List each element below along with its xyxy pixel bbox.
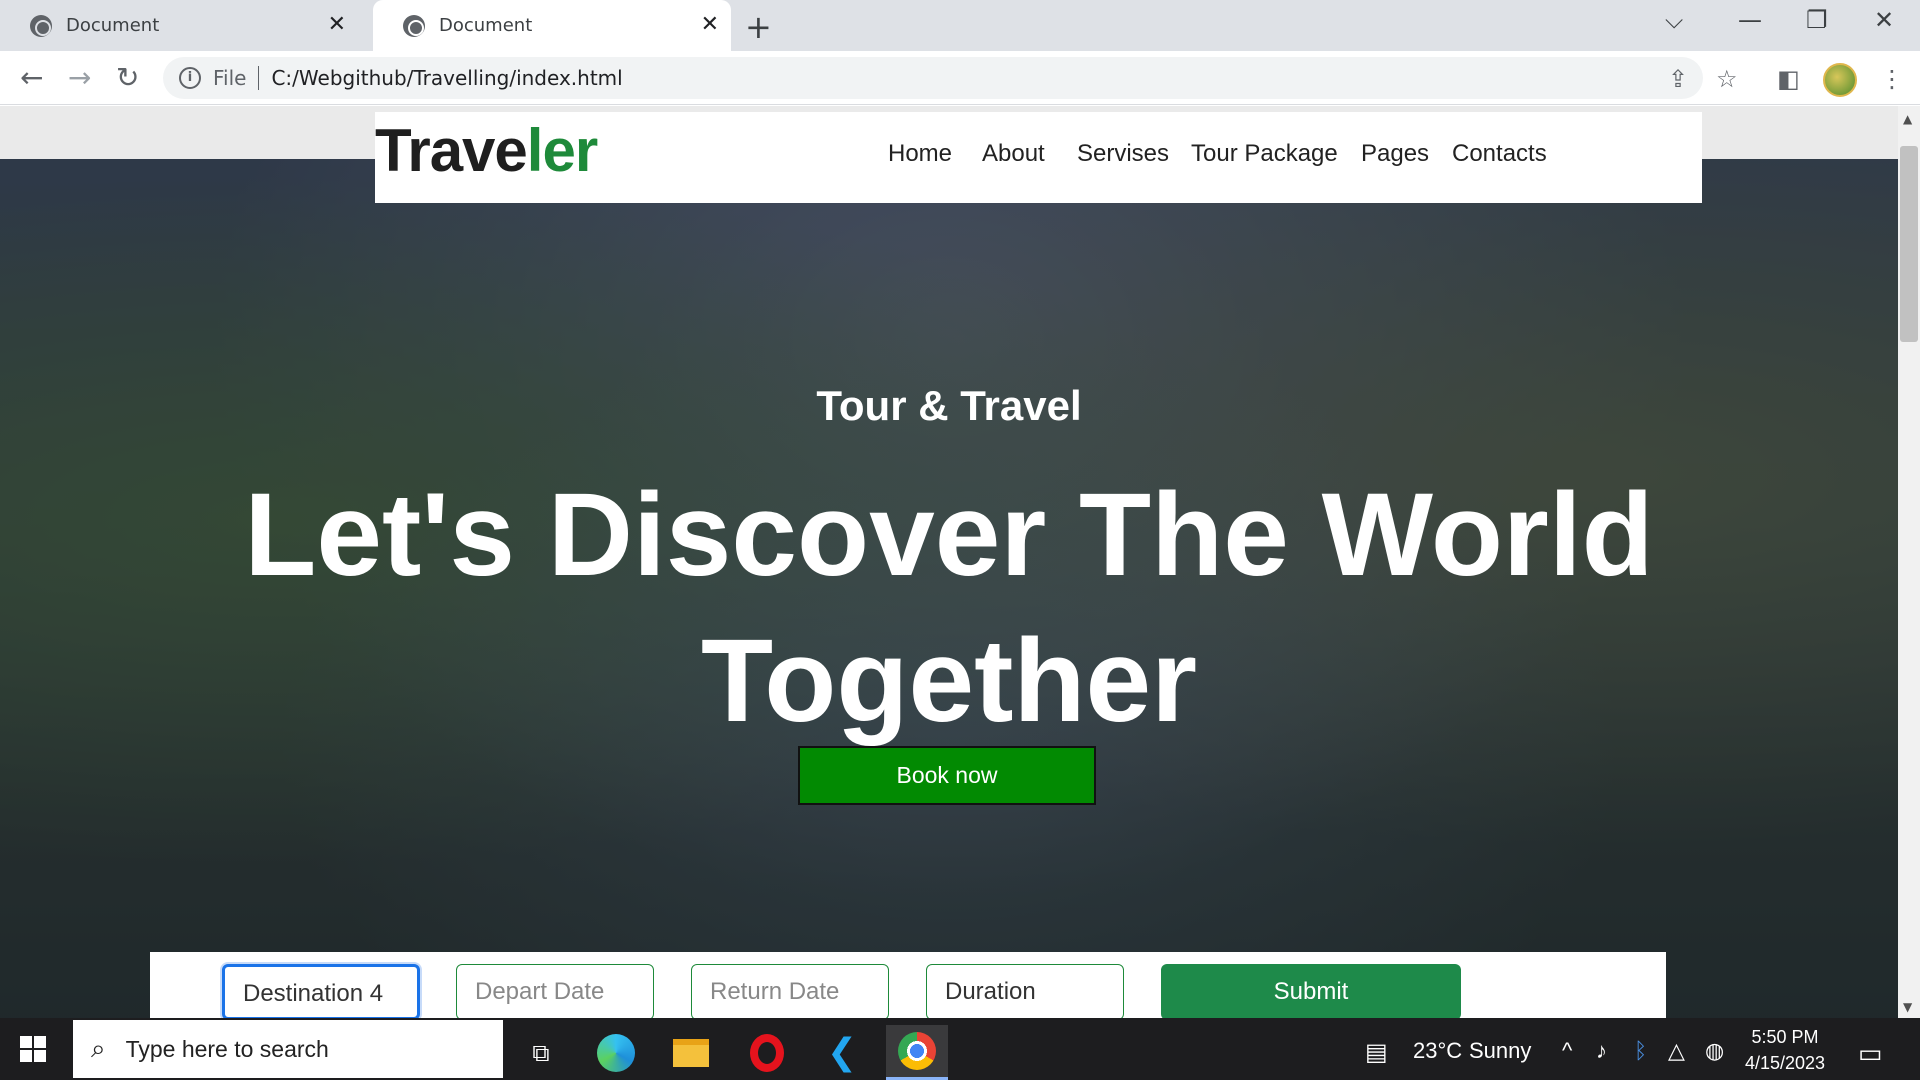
edge-icon[interactable]: [585, 1025, 647, 1080]
logo-accent: ler: [526, 117, 598, 184]
close-window-icon[interactable]: ✕: [1874, 6, 1894, 34]
nav-link-contacts[interactable]: Contacts: [1452, 140, 1547, 168]
scroll-down-arrow-icon[interactable]: ▼: [1903, 1000, 1912, 1014]
speaker-icon[interactable]: ♪: [1596, 1038, 1607, 1064]
opera-icon[interactable]: [736, 1025, 798, 1080]
browser-tab-strip: Document ✕ Document ✕ + ⌵ — ❐ ✕: [0, 0, 1920, 51]
bookmark-star-icon[interactable]: ☆: [1716, 65, 1738, 93]
nav-link-home[interactable]: Home: [888, 140, 952, 168]
search-icon: ⌕: [91, 1033, 106, 1063]
windows-taskbar: ⌕ Type here to search ⧉ ❮ ▤ 23°C Sunny ^…: [0, 1018, 1920, 1080]
globe-icon: [403, 14, 425, 37]
vscode-icon[interactable]: ❮: [811, 1025, 873, 1080]
duration-field[interactable]: Duration: [926, 964, 1124, 1018]
network-globe-icon[interactable]: ◍: [1705, 1038, 1724, 1064]
url-separator: [258, 66, 260, 90]
destination-field[interactable]: Destination 4: [222, 964, 420, 1018]
hero-headline-line-2: Together: [700, 615, 1198, 747]
weather-icon[interactable]: ▤: [1365, 1038, 1388, 1067]
site-navbar: Traveler Home About Servises Tour Packag…: [375, 112, 1702, 203]
site-info-icon[interactable]: i: [179, 67, 201, 89]
hero-subtitle: Tour & Travel: [816, 382, 1082, 429]
share-icon[interactable]: ⇪: [1668, 65, 1688, 93]
scrollbar-thumb[interactable]: [1900, 146, 1918, 342]
nav-link-services[interactable]: Servises: [1077, 140, 1169, 168]
globe-icon: [30, 14, 52, 37]
nav-link-pages[interactable]: Pages: [1361, 140, 1429, 168]
side-panel-icon[interactable]: ◧: [1777, 65, 1800, 93]
file-explorer-icon[interactable]: [660, 1025, 722, 1080]
taskbar-clock[interactable]: 5:50 PM 4/15/2023: [1740, 1024, 1830, 1076]
booking-form: Destination 4 Depart Date Return Date Du…: [150, 952, 1666, 1018]
nav-link-tour-package[interactable]: Tour Package: [1191, 140, 1338, 168]
new-tab-icon[interactable]: +: [745, 8, 772, 46]
reload-icon[interactable]: ↻: [116, 61, 139, 94]
tab-search-chevron-icon[interactable]: ⌵: [1665, 6, 1683, 34]
tab-title: Document: [439, 15, 533, 36]
depart-date-field[interactable]: Depart Date: [456, 964, 654, 1018]
taskbar-search-placeholder: Type here to search: [125, 1035, 329, 1062]
weather-temp[interactable]: 23°C: [1413, 1038, 1462, 1064]
forward-arrow-icon[interactable]: →: [68, 61, 91, 94]
close-tab-icon[interactable]: ✕: [701, 13, 719, 37]
site-logo[interactable]: Traveler: [375, 116, 598, 185]
menu-dots-icon[interactable]: ⋮: [1880, 65, 1904, 93]
tab-title: Document: [66, 15, 160, 36]
clock-date: 4/15/2023: [1744, 1053, 1826, 1073]
scroll-up-arrow-icon[interactable]: ▲: [1903, 112, 1912, 126]
windows-start-icon[interactable]: [20, 1036, 46, 1062]
address-bar[interactable]: i File C:/Webgithub/Travelling/index.htm…: [163, 57, 1703, 99]
chrome-icon[interactable]: [886, 1025, 948, 1080]
notification-center-icon[interactable]: ▭: [1858, 1038, 1883, 1069]
submit-button[interactable]: Submit: [1161, 964, 1461, 1018]
tab-document-1[interactable]: Document ✕: [0, 0, 358, 51]
page-viewport: Traveler Home About Servises Tour Packag…: [0, 106, 1898, 1018]
drive-icon[interactable]: △: [1668, 1038, 1685, 1064]
back-arrow-icon[interactable]: ←: [20, 61, 43, 94]
return-date-field[interactable]: Return Date: [691, 964, 889, 1018]
book-now-button[interactable]: Book now: [798, 746, 1096, 805]
clock-time: 5:50 PM: [1751, 1027, 1819, 1047]
bluetooth-icon[interactable]: ᛒ: [1634, 1038, 1647, 1064]
weather-desc[interactable]: Sunny: [1469, 1038, 1531, 1064]
profile-avatar[interactable]: [1823, 63, 1857, 97]
nav-link-about[interactable]: About: [982, 140, 1045, 168]
logo-main: Trave: [375, 117, 528, 184]
hero-headline-line-1: Let's Discover The World: [244, 469, 1654, 601]
taskbar-search-box[interactable]: ⌕ Type here to search: [73, 1020, 503, 1078]
tab-document-2[interactable]: Document ✕: [373, 0, 731, 51]
hero-headline: Let's Discover The World Together: [0, 462, 1898, 754]
task-view-icon[interactable]: ⧉: [510, 1025, 572, 1080]
minimize-icon[interactable]: —: [1738, 6, 1762, 34]
show-hidden-icons-chevron-icon[interactable]: ^: [1562, 1038, 1572, 1064]
url-text[interactable]: C:/Webgithub/Travelling/index.html: [271, 66, 622, 90]
url-scheme-label: File: [213, 66, 247, 90]
close-tab-icon[interactable]: ✕: [328, 13, 346, 37]
browser-toolbar: ← → ↻ i File C:/Webgithub/Travelling/ind…: [0, 51, 1920, 105]
restore-icon[interactable]: ❐: [1806, 6, 1828, 34]
